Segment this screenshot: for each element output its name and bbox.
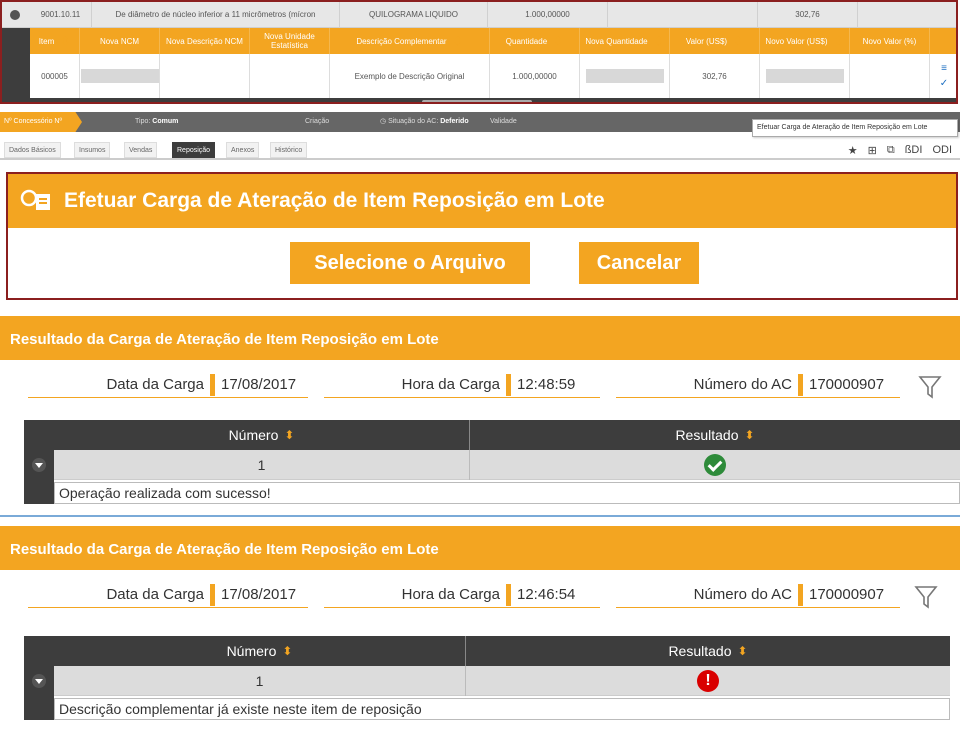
header-nova-ncm[interactable]: Nova NCM [80,28,160,54]
nova-quantidade-input[interactable] [585,69,664,83]
edit-icon[interactable]: ≡ [941,63,947,74]
header-valor[interactable]: Valor (US$) ⬍ [670,28,760,54]
hora-carga-field: Hora da Carga 12:48:59 [324,372,600,398]
header-item[interactable]: Item ⬍ [30,28,80,54]
batch-upload-icon[interactable]: ⧉ [887,144,895,157]
hora-carga-field: Hora da Carga 12:46:54 [324,582,600,608]
check-icon[interactable]: ✓ [940,78,948,89]
result-table-header: Número ⬍ Resultado ⬍ [54,420,960,450]
row-handle-column [2,28,30,102]
ddi-icon[interactable]: ßDI [905,144,923,156]
summary-quantity: 1.000,00000 [488,2,608,28]
table-row[interactable]: 1 ! [54,666,950,696]
cell-numero: 1 [54,450,470,480]
expand-row-icon[interactable] [32,458,46,472]
cell-nova-ncm[interactable] [80,54,160,98]
filter-icon[interactable] [918,374,942,400]
row-actions[interactable]: ≡ ✓ [930,54,956,98]
header-nova-descricao-ncm[interactable]: Nova Descrição NCM [160,28,250,54]
header-numero[interactable]: Número ⬍ [54,420,470,450]
tab-insumos[interactable]: Insumos [74,142,111,158]
header-novo-valor[interactable]: Novo Valor (US$) ⬍ [760,28,850,54]
toolbar-icons: ★ ⊞ ⧉ ßDI ODI [848,140,952,160]
header-novo-valor-percent[interactable]: Novo Valor (%) [850,28,930,54]
novo-valor-input[interactable] [765,69,844,83]
summary-ncm: 9001.10.11 [30,2,92,28]
horizontal-scrollbar[interactable] [422,100,532,102]
tab-bar: Dados Básicos Insumos Vendas Reposição A… [0,142,960,160]
success-check-icon [704,454,726,476]
cell-item: 000005 [30,54,80,98]
tab-historico[interactable]: Histórico [270,142,308,158]
header-resultado[interactable]: Resultado ⬍ [470,420,960,450]
header-nova-unidade[interactable]: Nova Unidade Estatística [250,28,330,54]
numero-ac-field: Número do AC 170000907 [616,582,900,608]
numero-ac-field: Número do AC 170000907 [616,372,900,398]
tipo-field: Tipo: Comum [135,118,179,125]
summary-value: 302,76 [758,2,858,28]
header-quantidade[interactable]: Quantidade ⬍ [490,28,580,54]
result-table-header: Número ⬍ Resultado ⬍ [54,636,950,666]
tab-reposicao[interactable]: Reposição [172,142,216,158]
cell-novo-valor[interactable] [760,54,850,98]
cell-quantidade: 1.000,00000 [490,54,580,98]
cancel-button[interactable]: Cancelar [579,242,699,284]
star-icon[interactable]: ★ [848,144,858,157]
data-carga-field: Data da Carga 17/08/2017 [28,372,308,398]
header-resultado[interactable]: Resultado ⬍ [466,636,950,666]
cell-resultado: ! [466,666,950,696]
odi-icon[interactable]: ODI [932,144,952,156]
expand-row-icon[interactable] [32,674,46,688]
collapse-toggle-icon[interactable] [10,10,20,20]
cell-descricao: Exemplo de Descrição Original [330,54,490,98]
result-message: Descrição complementar já existe neste i… [54,698,950,720]
summary-unit: QUILOGRAMA LIQUIDO [340,2,488,28]
clock-icon: ◷ [380,118,387,125]
result-message: Operação realizada com sucesso! [54,482,960,504]
result-panel-error: Resultado da Carga de Ateração de Item R… [0,526,960,726]
dialog-title: Efetuar Carga de Ateração de Item Reposi… [64,189,605,212]
error-alert-icon: ! [697,670,719,692]
table-header: Item ⬍ Nova NCM Nova Descrição NCM Nova U… [30,28,956,54]
header-numero[interactable]: Número ⬍ [54,636,466,666]
summary-empty [608,2,758,28]
tab-vendas[interactable]: Vendas [124,142,158,158]
process-navigation: Nº Concessório Nº Tipo: Comum Criação ◷ … [0,112,960,168]
result-title: Resultado da Carga de Ateração de Item R… [0,526,960,570]
cell-nova-descricao [160,54,250,98]
cell-resultado [470,450,960,480]
nova-ncm-input[interactable] [80,69,159,83]
divider [0,515,960,517]
table-row[interactable]: 1 [54,450,960,480]
criacao-field: Criação [305,118,330,125]
tab-anexos[interactable]: Anexos [226,142,260,158]
header-nova-quantidade[interactable]: Nova Quantidade ⬍ [580,28,670,54]
table-summary-row[interactable]: 9001.10.11 De diâmetro de núcleo inferio… [2,2,956,28]
table-row: 000005 Exemplo de Descrição Original 1.0… [30,54,956,98]
header-descricao-complementar[interactable]: Descrição Complementar ⬍ [330,28,490,54]
result-title: Resultado da Carga de Ateração de Item R… [0,316,960,360]
add-item-icon[interactable]: ⊞ [868,144,877,157]
data-carga-field: Data da Carga 17/08/2017 [28,582,308,608]
situacao-field: ◷ Situação do AC: Deferido [380,118,469,125]
cell-numero: 1 [54,666,466,696]
batch-upload-dialog: Efetuar Carga de Ateração de Item Reposi… [6,172,958,300]
cell-nova-quantidade[interactable] [580,54,670,98]
tab-dados-basicos[interactable]: Dados Básicos [4,142,61,158]
batch-upload-tooltip: Efetuar Carga de Ateração de Item Reposi… [752,119,958,137]
summary-description: De diâmetro de núcleo inferior a 11 micr… [92,2,340,28]
cell-nova-unidade [250,54,330,98]
cell-novo-valor-percent [850,54,930,98]
filter-icon[interactable] [914,584,938,610]
result-panel-success: Resultado da Carga de Ateração de Item R… [0,316,960,516]
select-file-button[interactable]: Selecione o Arquivo [290,242,530,284]
validade-field: Validade [490,118,517,125]
batch-upload-icon [20,188,54,214]
dialog-header: Efetuar Carga de Ateração de Item Reposi… [8,174,956,228]
cell-valor: 302,76 [670,54,760,98]
item-table-snippet: 9001.10.11 De diâmetro de núcleo inferio… [0,0,958,104]
concession-number-chip: Nº Concessório Nº [0,112,82,132]
